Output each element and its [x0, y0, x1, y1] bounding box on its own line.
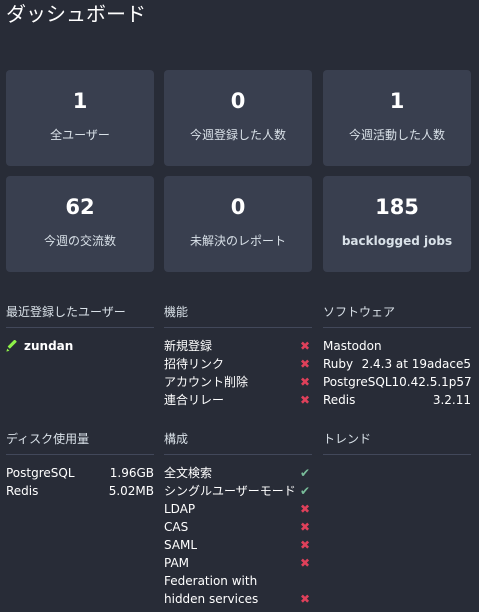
software-row: PostgreSQL 10.42.5.1p57: [323, 373, 472, 391]
cross-icon: ✖: [299, 375, 311, 389]
stat-label: 今週の交流数: [43, 234, 116, 248]
config-row: Federation with hidden services ✖: [164, 572, 312, 608]
config-row: 全文検索 ✔: [164, 464, 312, 482]
config-label: Federation with hidden services: [164, 574, 259, 606]
disk-usage-section: ディスク使用量 PostgreSQL 1.96GB Redis 5.02MB: [6, 431, 154, 500]
check-icon: ✔: [299, 484, 311, 498]
features-section: 機能 新規登録 ✖ 招待リンク ✖ アカウント削除 ✖ 連合リレー ✖: [164, 304, 312, 409]
stat-label: 未解決のレポート: [189, 234, 286, 248]
stat-value: 0: [230, 195, 246, 219]
disk-value: 1.96GB: [109, 466, 154, 480]
software-version: 10.42.5.1p57: [391, 375, 472, 389]
stat-label: backlogged jobs: [341, 234, 453, 248]
cross-icon: ✖: [299, 502, 311, 516]
config-row: PAM ✖: [164, 554, 312, 572]
software-version: 2.4.3 at 19adace5: [361, 357, 471, 371]
feature-label: 招待リンク: [164, 357, 225, 371]
trends-section: トレンド: [323, 431, 471, 455]
config-label: シングルユーザーモード: [164, 484, 296, 498]
section-heading: 構成: [164, 431, 312, 455]
check-icon: ✔: [299, 466, 311, 480]
software-label: PostgreSQL: [323, 375, 392, 389]
cross-icon: ✖: [299, 393, 311, 407]
stat-card-signups-this-week[interactable]: 0 今週登録した人数: [164, 70, 312, 166]
stat-label: 全ユーザー: [50, 128, 110, 142]
config-label: 全文検索: [164, 466, 213, 480]
software-row: Mastodon: [323, 337, 471, 355]
software-section: ソフトウェア Mastodon Ruby 2.4.3 at 19adace5 Po…: [323, 304, 472, 409]
section-heading: ソフトウェア: [323, 304, 471, 328]
stat-card-interactions-this-week[interactable]: 62 今週の交流数: [6, 176, 154, 272]
stat-card-open-reports[interactable]: 0 未解決のレポート: [164, 176, 312, 272]
user-name: zundan: [24, 339, 74, 353]
recent-users-section: 最近登録したユーザー zundan: [6, 304, 154, 355]
stat-card-active-this-week[interactable]: 1 今週活動した人数: [323, 70, 471, 166]
cross-icon: ✖: [299, 592, 311, 606]
section-heading: 機能: [164, 304, 312, 328]
stat-label: 今週登録した人数: [189, 128, 286, 142]
software-row: Ruby 2.4.3 at 19adace5: [323, 355, 471, 373]
feature-row: 新規登録 ✖: [164, 337, 312, 355]
config-row: SAML ✖: [164, 536, 312, 554]
disk-label: PostgreSQL: [6, 466, 75, 480]
stat-value: 1: [389, 89, 405, 113]
software-label: Redis: [323, 393, 356, 407]
feature-row: 招待リンク ✖: [164, 355, 312, 373]
config-label: LDAP: [164, 502, 196, 516]
feature-row: 連合リレー ✖: [164, 391, 312, 409]
cross-icon: ✖: [299, 538, 311, 552]
cross-icon: ✖: [299, 339, 311, 353]
stat-value: 185: [375, 195, 419, 219]
config-row: LDAP ✖: [164, 500, 312, 518]
config-label: CAS: [164, 520, 189, 534]
pencil-icon: [6, 340, 17, 352]
cross-icon: ✖: [299, 556, 311, 570]
section-heading: 最近登録したユーザー: [6, 304, 154, 328]
stat-value: 1: [72, 89, 88, 113]
feature-label: 連合リレー: [164, 393, 225, 407]
config-row: シングルユーザーモード ✔: [164, 482, 312, 500]
software-row: Redis 3.2.11: [323, 391, 471, 409]
stat-value: 0: [230, 89, 246, 113]
config-label: SAML: [164, 538, 198, 552]
feature-row: アカウント削除 ✖: [164, 373, 312, 391]
page-title: ダッシュボード: [6, 2, 146, 26]
section-heading: トレンド: [323, 431, 471, 455]
cross-icon: ✖: [299, 357, 311, 371]
stat-card-total-users[interactable]: 1 全ユーザー: [6, 70, 154, 166]
config-row: CAS ✖: [164, 518, 312, 536]
cross-icon: ✖: [299, 520, 311, 534]
disk-usage-row: PostgreSQL 1.96GB: [6, 464, 154, 482]
configuration-section: 構成 全文検索 ✔ シングルユーザーモード ✔ LDAP ✖ CAS ✖ SAML ✖ P…: [164, 431, 312, 608]
user-link-zundan[interactable]: zundan: [6, 337, 154, 355]
feature-label: アカウント削除: [164, 375, 249, 389]
config-label: PAM: [164, 556, 190, 570]
disk-usage-row: Redis 5.02MB: [6, 482, 154, 500]
software-label: Mastodon: [323, 339, 382, 353]
disk-label: Redis: [6, 484, 39, 498]
section-heading: ディスク使用量: [6, 431, 154, 455]
software-version: 3.2.11: [432, 393, 471, 407]
stat-card-backlogged-jobs[interactable]: 185 backlogged jobs: [323, 176, 471, 272]
disk-value: 5.02MB: [108, 484, 154, 498]
stat-label: 今週活動した人数: [348, 128, 445, 142]
feature-label: 新規登録: [164, 339, 213, 353]
software-label: Ruby: [323, 357, 354, 371]
stat-value: 62: [65, 195, 95, 219]
